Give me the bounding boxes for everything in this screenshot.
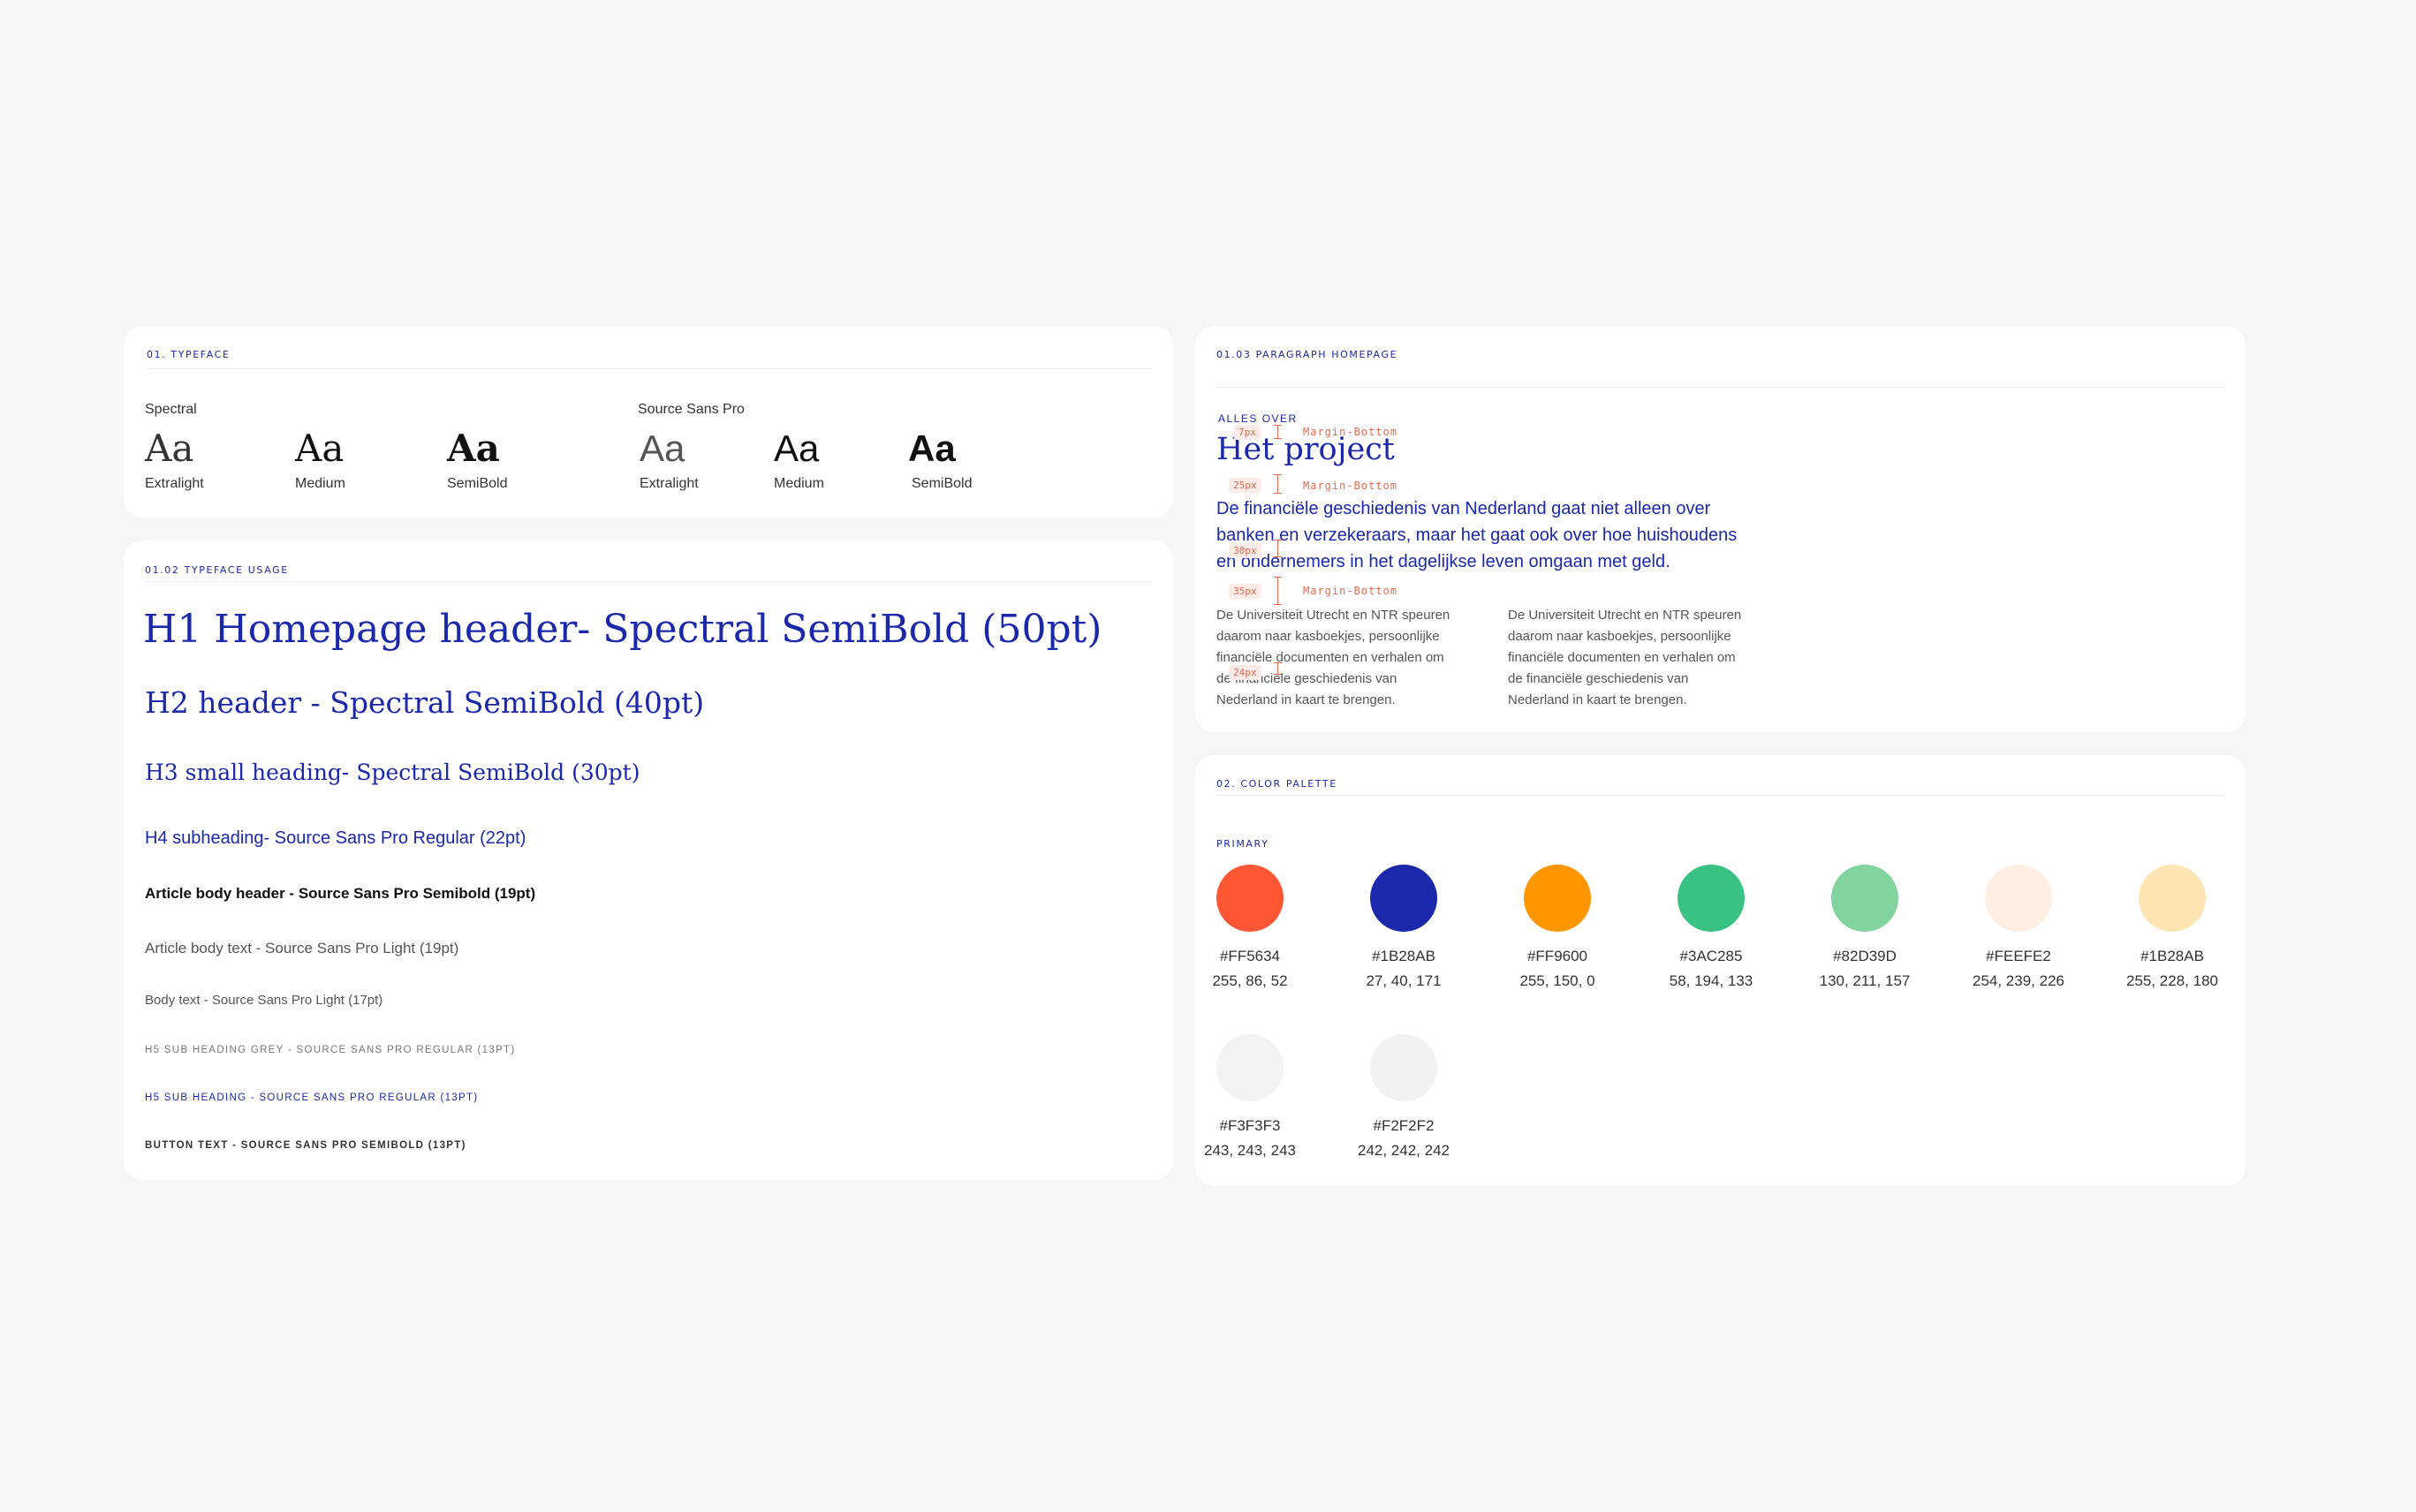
family-name: Source Sans Pro <box>638 402 745 417</box>
body-line: De Universiteit Utrecht en NTR speuren <box>1508 608 1742 623</box>
body-column-2: De Universiteit Utrecht en NTR speuren d… <box>1508 605 1741 711</box>
group-label: PRIMARY <box>1216 838 1269 850</box>
spacing-label: Margin-Bottom <box>1303 480 1397 492</box>
color-hex: #F2F2F2 <box>1373 1117 1435 1134</box>
color-swatch <box>1216 1034 1284 1101</box>
color-palette-card: 02. COLOR PALETTE PRIMARY #FF5634 255, 86… <box>1195 755 2246 1186</box>
spacing-marker <box>1274 577 1282 605</box>
spacing-value: 25px <box>1229 478 1261 493</box>
color-rgb: 58, 194, 133 <box>1669 972 1753 989</box>
glyph-sample: Aa <box>908 427 956 469</box>
weight-label: SemiBold <box>912 476 973 491</box>
body-line: Nederland in kaart te brengen. <box>1216 692 1396 707</box>
color-rgb: 255, 150, 0 <box>1519 972 1595 989</box>
body-line: financiële documenten en verhalen om <box>1508 650 1736 665</box>
body-line: De Universiteit Utrecht en NTR speuren <box>1216 608 1450 623</box>
divider <box>147 368 1152 369</box>
color-swatch <box>1216 865 1284 932</box>
h2-sample: H2 header - Spectral SemiBold (40pt) <box>145 685 705 720</box>
body-line: daarom naar kasboekjes, persoonlijke <box>1508 629 1731 644</box>
h3-sample: H3 small heading- Spectral SemiBold (30p… <box>145 760 640 785</box>
h5-sample: H5 SUB HEADING - SOURCE SANS PRO REGULAR… <box>145 1092 479 1103</box>
color-swatch <box>2139 865 2206 932</box>
color-swatch <box>1985 865 2052 932</box>
color-rgb: 255, 228, 180 <box>2126 972 2218 989</box>
color-hex: #3AC285 <box>1679 948 1743 964</box>
color-hex: #82D39D <box>1833 948 1897 964</box>
color-rgb: 255, 86, 52 <box>1212 972 1288 989</box>
color-hex: #F3F3F3 <box>1219 1117 1281 1134</box>
section-label: 01. TYPEFACE <box>147 349 231 360</box>
weight-label: Extralight <box>145 476 204 491</box>
weight-label: Extralight <box>640 476 699 491</box>
glyph-sample: Aa <box>447 427 500 470</box>
typeface-usage-card: 01.02 TYPEFACE USAGE H1 Homepage header-… <box>124 541 1173 1180</box>
glyph-sample: Aa <box>145 427 194 470</box>
glyph-sample: Aa <box>640 427 685 469</box>
h4-sample: H4 subheading- Source Sans Pro Regular (… <box>145 828 526 848</box>
color-rgb: 254, 239, 226 <box>1973 972 2064 989</box>
spacing-marker <box>1274 662 1282 675</box>
color-hex: #1B28AB <box>1372 948 1435 964</box>
article-body-sample: Article body text - Source Sans Pro Ligh… <box>145 940 459 956</box>
color-hex: #1B28AB <box>2140 948 2204 964</box>
body-text-sample: Body text - Source Sans Pro Light (17pt) <box>145 993 383 1008</box>
color-hex: #FEEFE2 <box>1986 948 2051 964</box>
button-text-sample: BUTTON TEXT - SOURCE SANS PRO SEMIBOLD (… <box>145 1140 466 1151</box>
section-label: 01.02 TYPEFACE USAGE <box>145 564 289 576</box>
spacing-value: 7px <box>1234 425 1261 440</box>
section-label: 02. COLOR PALETTE <box>1216 778 1337 790</box>
h5-grey-sample: H5 SUB HEADING GREY - SOURCE SANS PRO RE… <box>145 1045 516 1055</box>
color-swatch <box>1831 865 1898 932</box>
article-header-sample: Article body header - Source Sans Pro Se… <box>145 885 536 902</box>
glyph-sample: Aa <box>295 427 345 470</box>
spacing-marker <box>1274 474 1282 494</box>
color-swatch <box>1370 1034 1437 1101</box>
color-rgb: 130, 211, 157 <box>1819 972 1911 989</box>
intro-paragraph: De financiële geschiedenis van Nederland… <box>1216 495 1737 575</box>
color-swatch <box>1678 865 1745 932</box>
weight-label: Medium <box>295 476 345 491</box>
weight-label: SemiBold <box>447 476 508 491</box>
body-line: daarom naar kasboekjes, persoonlijke <box>1216 629 1440 644</box>
paragraph-card: 01.03 PARAGRAPH HOMEPAGE ALLES OVER Het … <box>1195 326 2246 732</box>
h1-sample: H1 Homepage header- Spectral SemiBold (5… <box>143 607 1102 652</box>
color-swatch <box>1524 865 1591 932</box>
color-hex: #FF9600 <box>1526 948 1588 964</box>
eyebrow: ALLES OVER <box>1218 412 1298 425</box>
body-line: Nederland in kaart te brengen. <box>1508 692 1687 707</box>
intro-line: en ondernemers in het dagelijkse leven o… <box>1216 552 1670 571</box>
body-line: de financiële geschiedenis van <box>1508 671 1689 686</box>
color-rgb: 242, 242, 242 <box>1358 1142 1450 1159</box>
spacing-value: 24px <box>1229 665 1261 680</box>
spacing-label: Margin-Bottom <box>1303 585 1397 597</box>
color-rgb: 27, 40, 171 <box>1366 972 1442 989</box>
weight-label: Medium <box>774 476 824 491</box>
divider <box>1216 387 2224 388</box>
divider <box>145 581 1152 582</box>
spacing-value: 35px <box>1229 584 1261 599</box>
typeface-card: 01. TYPEFACE Spectral Aa Aa Aa Extraligh… <box>124 326 1173 518</box>
spacing-value: 30px <box>1229 543 1261 558</box>
glyph-sample: Aa <box>774 427 820 469</box>
color-hex: #FF5634 <box>1219 948 1281 964</box>
intro-line: banken en verzekeraars, maar het gaat oo… <box>1216 525 1738 545</box>
spacing-marker <box>1274 540 1282 557</box>
color-swatch <box>1370 865 1437 932</box>
spacing-marker <box>1274 425 1282 439</box>
divider <box>1216 795 2224 796</box>
family-name: Spectral <box>145 402 197 417</box>
body-column-1: De Universiteit Utrecht en NTR speuren d… <box>1216 605 1450 711</box>
color-rgb: 243, 243, 243 <box>1204 1142 1296 1159</box>
section-label: 01.03 PARAGRAPH HOMEPAGE <box>1216 349 1398 360</box>
intro-line: De financiële geschiedenis van Nederland… <box>1216 499 1711 518</box>
spacing-label: Margin-Bottom <box>1303 426 1397 438</box>
